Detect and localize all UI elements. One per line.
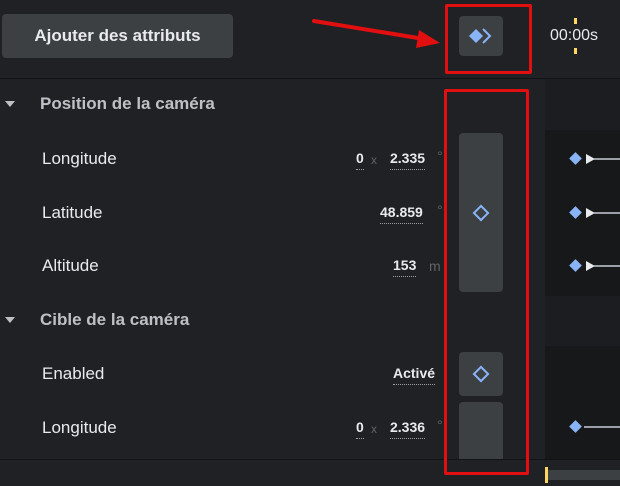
section-title-camera-target: Cible de la caméra — [40, 310, 190, 329]
value-separator: x — [371, 422, 377, 436]
enabled-value[interactable]: Activé — [393, 365, 436, 385]
row-label-enabled: Enabled — [42, 364, 105, 383]
timeline-section-band — [545, 296, 620, 346]
altitude-value[interactable]: 153 — [393, 257, 417, 277]
collapse-triangle-icon[interactable] — [5, 317, 15, 323]
target-longitude-offset-value[interactable]: 0 — [356, 419, 364, 439]
annotation-arrow-icon — [312, 19, 440, 48]
time-marker-top — [574, 18, 577, 24]
timeline-track-line — [594, 265, 620, 267]
target-longitude-unit: ° — [437, 417, 443, 433]
timeline-track-line — [594, 158, 620, 160]
add-attributes-button[interactable]: Ajouter des attributs — [2, 14, 233, 58]
altitude-unit: m — [429, 258, 441, 274]
latitude-value[interactable]: 48.859 — [380, 204, 423, 224]
timeline-section-band — [545, 79, 620, 130]
playhead-marker[interactable] — [545, 467, 548, 483]
section-title-camera-position: Position de la caméra — [40, 94, 215, 113]
timeline-track-line — [594, 212, 620, 214]
longitude-unit: ° — [437, 148, 443, 164]
latitude-unit: ° — [437, 202, 443, 218]
timeline-panel[interactable] — [545, 79, 620, 459]
timeline-time-label: 00:00s — [550, 27, 599, 44]
timeline-track-line — [584, 426, 620, 428]
row-label-latitude: Latitude — [42, 203, 103, 222]
timeline-scrollbar[interactable] — [545, 470, 620, 480]
time-marker-bottom — [574, 48, 577, 54]
value-separator: x — [371, 153, 377, 167]
row-label-target-longitude: Longitude — [42, 418, 117, 437]
longitude-value[interactable]: 2.335 — [390, 150, 426, 170]
collapse-triangle-icon[interactable] — [5, 101, 15, 107]
row-label-longitude: Longitude — [42, 149, 117, 168]
target-longitude-value[interactable]: 2.336 — [390, 419, 426, 439]
annotation-highlight-column — [444, 89, 529, 475]
row-label-altitude: Altitude — [42, 256, 99, 275]
longitude-offset-value[interactable]: 0 — [356, 150, 364, 170]
annotation-highlight-top — [445, 4, 532, 74]
